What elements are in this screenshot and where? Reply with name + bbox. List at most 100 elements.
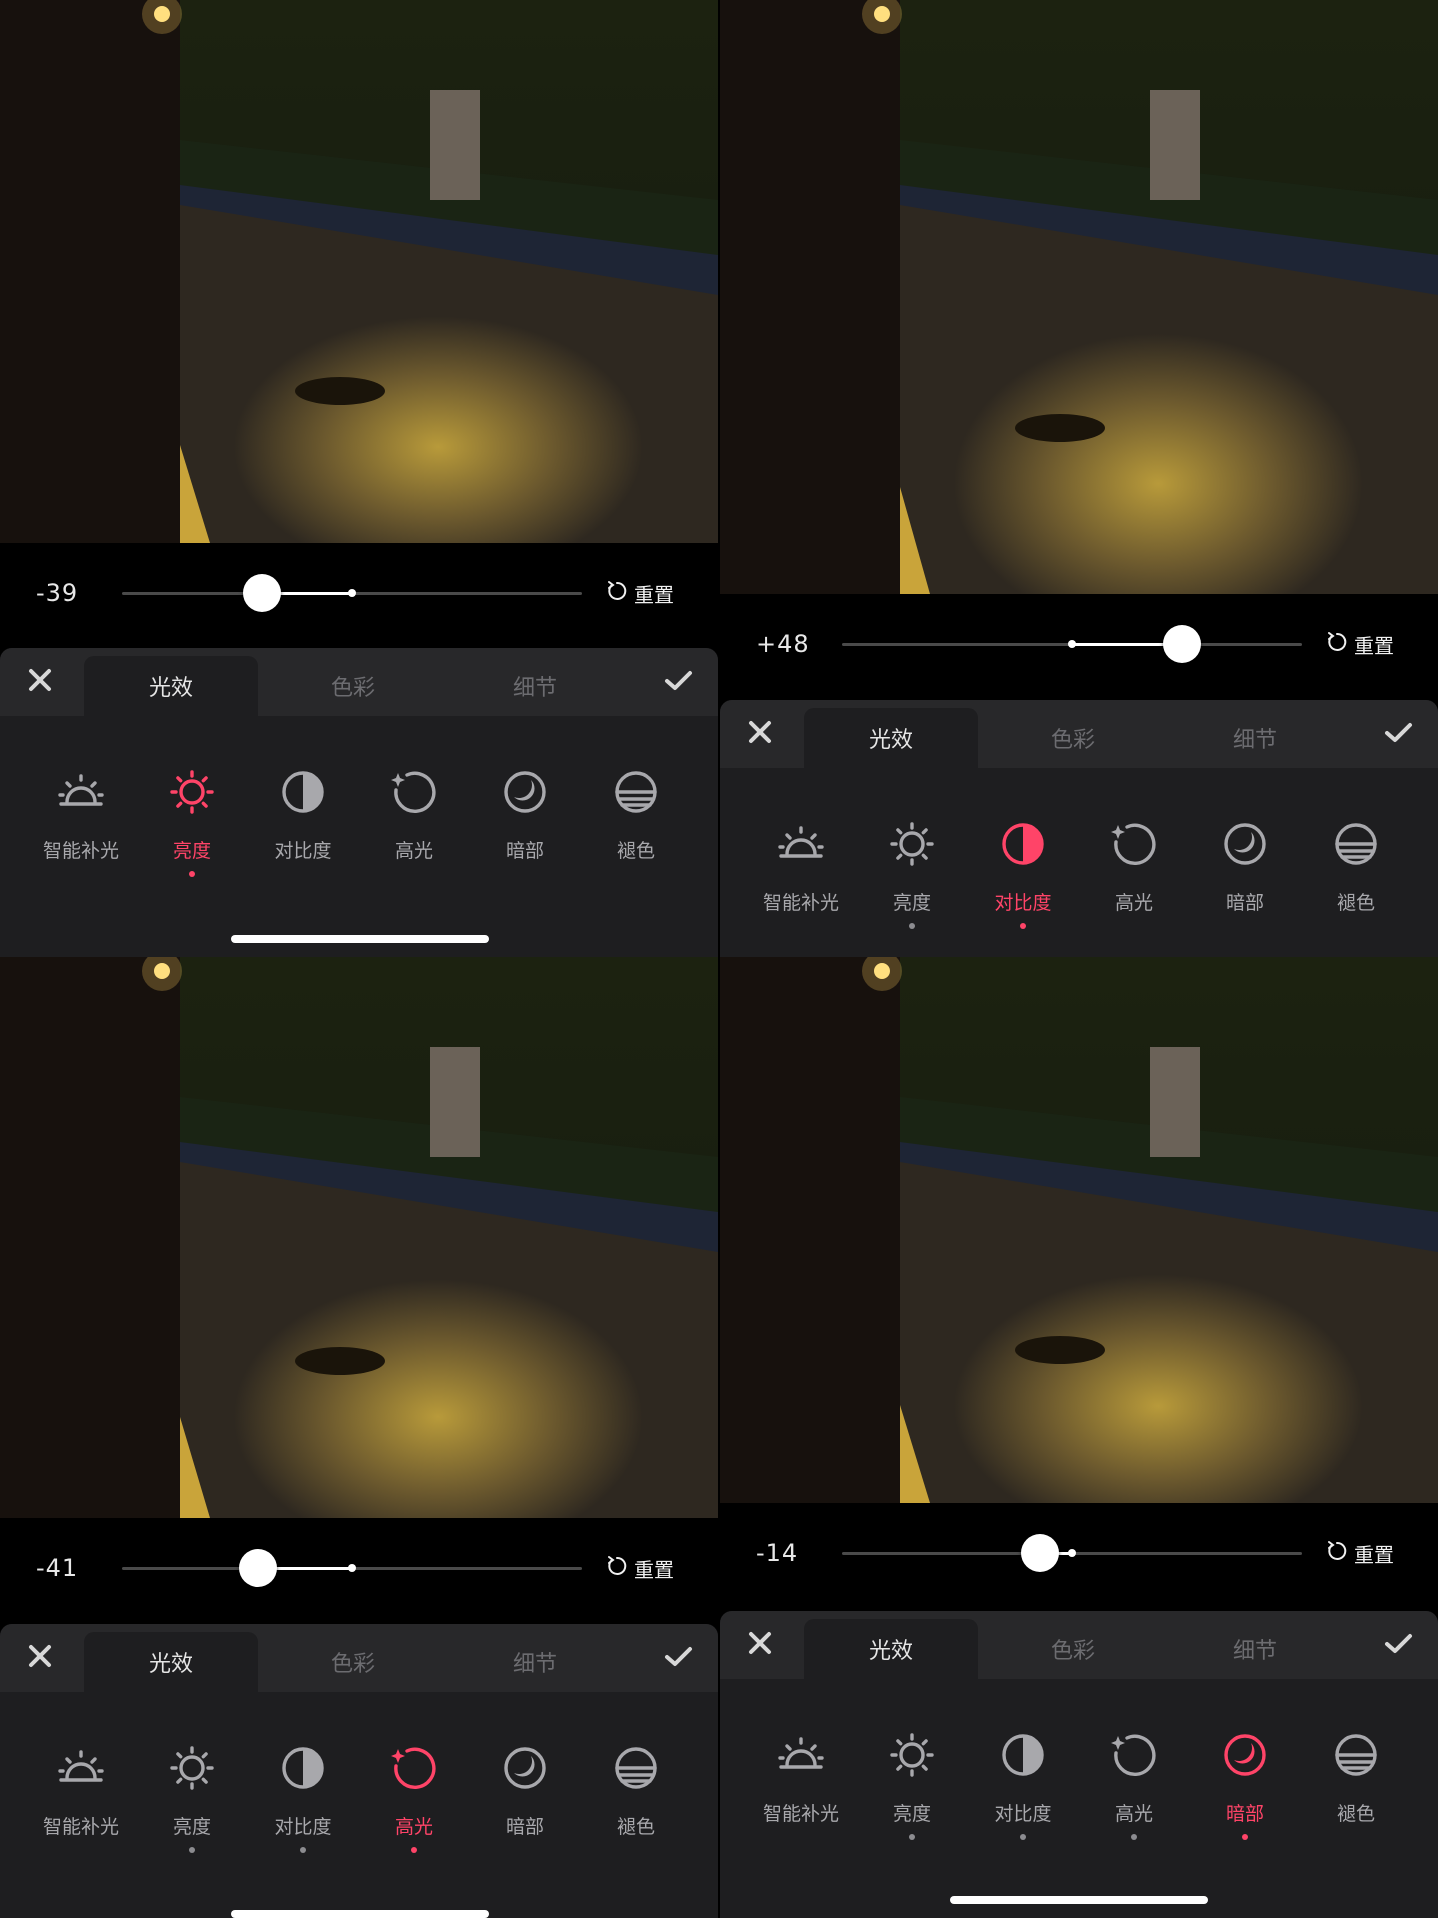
tool-moon[interactable]: 暗部	[470, 1742, 580, 1853]
tool-moon[interactable]: 暗部	[470, 766, 580, 877]
tool-contrast[interactable]: 对比度	[248, 1742, 358, 1853]
adjust-panel: 光效 色彩 细节 智能补光 亮度 对比度 高光 暗部 褪色	[0, 1624, 718, 1918]
reset-button[interactable]: 重置	[1326, 594, 1394, 694]
tab-bar: 光效 色彩 细节	[720, 1611, 1438, 1679]
tool-label: 对比度	[274, 840, 332, 862]
tool-contrast[interactable]: 对比度	[248, 766, 358, 877]
tool-highlight[interactable]: 高光	[359, 766, 469, 877]
tab-bar: 光效 色彩 细节	[720, 700, 1438, 768]
reset-icon	[606, 580, 628, 607]
tool-indicator-dot	[300, 871, 306, 877]
tool-contrast[interactable]: 对比度	[968, 818, 1078, 929]
tool-highlight[interactable]: 高光	[1079, 1729, 1189, 1840]
tool-label: 亮度	[892, 1803, 931, 1825]
tab-detail[interactable]: 细节	[448, 656, 622, 716]
tool-sunrise[interactable]: 智能补光	[26, 1742, 136, 1853]
adjustment-slider-row: +48 重置	[720, 594, 1438, 694]
close-button[interactable]	[720, 1611, 800, 1679]
reset-button[interactable]: 重置	[1326, 1503, 1394, 1603]
editor-screen: -14 重置 光效 色彩 细节 智能补光 亮度 对比度 高光 暗部 褪色	[720, 957, 1438, 1918]
tab-color[interactable]: 色彩	[266, 1632, 440, 1692]
tool-indicator-dot	[189, 871, 195, 877]
reset-label: 重置	[1354, 633, 1394, 658]
contrast-icon	[277, 1742, 329, 1798]
photo-preview	[0, 0, 718, 543]
tool-label: 对比度	[994, 1803, 1052, 1825]
tool-sun[interactable]: 亮度	[137, 766, 247, 877]
tool-moon[interactable]: 暗部	[1190, 1729, 1300, 1840]
tool-label: 亮度	[172, 1816, 211, 1838]
check-icon	[663, 1641, 693, 1675]
contrast-icon	[997, 1729, 1049, 1785]
tab-color[interactable]: 色彩	[266, 656, 440, 716]
adjust-panel: 光效 色彩 细节 智能补光 亮度 对比度 高光 暗部 褪色	[720, 1611, 1438, 1918]
confirm-button[interactable]	[1358, 1611, 1438, 1679]
tool-indicator-dot	[522, 1847, 528, 1853]
confirm-button[interactable]	[1358, 700, 1438, 768]
sun-icon	[166, 766, 218, 822]
sun-icon	[886, 1729, 938, 1785]
slider-value: -41	[36, 1554, 79, 1582]
close-button[interactable]	[720, 700, 800, 768]
tool-row: 智能补光 亮度 对比度 高光 暗部 褪色	[720, 1679, 1438, 1840]
tool-indicator-dot	[1020, 923, 1026, 929]
tool-fade[interactable]: 褪色	[581, 766, 691, 877]
tool-label: 智能补光	[42, 840, 119, 862]
slider-thumb[interactable]	[1020, 1534, 1059, 1572]
tool-contrast[interactable]: 对比度	[968, 1729, 1078, 1840]
tool-label: 对比度	[274, 1816, 332, 1838]
tool-indicator-dot	[189, 1847, 195, 1853]
tab-light[interactable]: 光效	[84, 1632, 258, 1692]
home-indicator	[231, 935, 489, 943]
tool-row: 智能补光 亮度 对比度 高光 暗部 褪色	[0, 1692, 718, 1853]
tool-indicator-dot	[78, 871, 84, 877]
tool-fade[interactable]: 褪色	[581, 1742, 691, 1853]
sunrise-icon	[775, 818, 827, 874]
tool-sunrise[interactable]: 智能补光	[746, 818, 856, 929]
close-button[interactable]	[0, 1624, 80, 1692]
close-icon	[745, 717, 775, 751]
tab-light[interactable]: 光效	[804, 708, 978, 768]
reset-button[interactable]: 重置	[606, 543, 674, 643]
tool-fade[interactable]: 褪色	[1301, 1729, 1411, 1840]
tool-sun[interactable]: 亮度	[137, 1742, 247, 1853]
tool-highlight[interactable]: 高光	[1079, 818, 1189, 929]
highlight-icon	[388, 766, 440, 822]
photo-preview	[720, 0, 1438, 594]
tab-detail[interactable]: 细节	[1168, 1619, 1342, 1679]
reset-button[interactable]: 重置	[606, 1518, 674, 1618]
tab-color[interactable]: 色彩	[986, 708, 1160, 768]
tool-moon[interactable]: 暗部	[1190, 818, 1300, 929]
close-icon	[745, 1628, 775, 1662]
sun-icon	[166, 1742, 218, 1798]
close-button[interactable]	[0, 648, 80, 716]
tab-light[interactable]: 光效	[84, 656, 258, 716]
tab-light[interactable]: 光效	[804, 1619, 978, 1679]
tool-sun[interactable]: 亮度	[857, 1729, 967, 1840]
tab-detail[interactable]: 细节	[1168, 708, 1342, 768]
tool-indicator-dot	[411, 1847, 417, 1853]
confirm-button[interactable]	[638, 1624, 718, 1692]
tool-row: 智能补光 亮度 对比度 高光 暗部 褪色	[0, 716, 718, 877]
tool-indicator-dot	[300, 1847, 306, 1853]
slider-thumb[interactable]	[238, 1549, 277, 1587]
tool-sunrise[interactable]: 智能补光	[746, 1729, 856, 1840]
tool-fade[interactable]: 褪色	[1301, 818, 1411, 929]
moon-icon	[1219, 1729, 1271, 1785]
highlight-icon	[388, 1742, 440, 1798]
tool-indicator-dot	[1353, 923, 1359, 929]
tab-color[interactable]: 色彩	[986, 1619, 1160, 1679]
tool-highlight[interactable]: 高光	[359, 1742, 469, 1853]
slider-value: +48	[756, 630, 810, 658]
confirm-button[interactable]	[638, 648, 718, 716]
tool-sun[interactable]: 亮度	[857, 818, 967, 929]
fade-icon	[1330, 818, 1382, 874]
tool-sunrise[interactable]: 智能补光	[26, 766, 136, 877]
slider-thumb[interactable]	[1163, 625, 1202, 663]
reset-label: 重置	[1354, 1542, 1394, 1567]
sunrise-icon	[775, 1729, 827, 1785]
slider-thumb[interactable]	[243, 574, 282, 612]
tab-detail[interactable]: 细节	[448, 1632, 622, 1692]
tool-label: 暗部	[505, 840, 544, 862]
adjustment-slider-row: -39 重置	[0, 543, 718, 643]
